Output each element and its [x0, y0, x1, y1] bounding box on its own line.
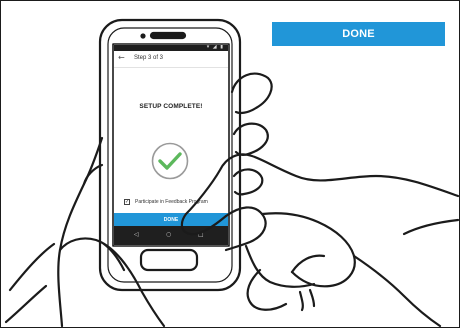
phone-inner-edge: [107, 27, 233, 283]
left-finger-1: [230, 72, 273, 115]
front-camera: [140, 33, 146, 39]
right-hand-lower-edge: [352, 254, 442, 328]
hands-holding-phone-illustration: [4, 18, 460, 328]
screen-border: [112, 43, 230, 247]
right-ring-finger: [246, 268, 288, 311]
left-hand-edge: [57, 136, 104, 328]
home-button: [139, 248, 199, 272]
left-finger-3: [232, 168, 264, 196]
success-check-icon: [151, 142, 189, 180]
right-middle-finger: [260, 212, 356, 288]
done-callout-button[interactable]: DONE: [272, 22, 445, 46]
earpiece: [149, 31, 187, 40]
